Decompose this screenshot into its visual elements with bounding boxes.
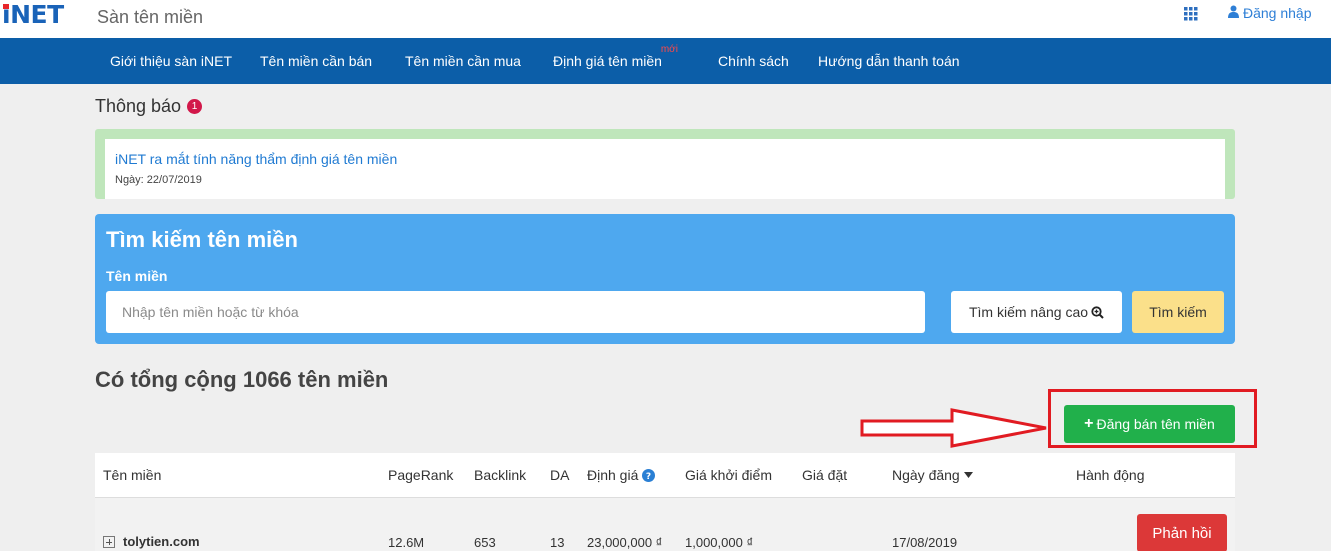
site-name: Sàn tên miền	[97, 7, 204, 27]
new-badge: mới	[660, 44, 678, 55]
valuation-cell: 23,000,000 ₫	[587, 535, 663, 550]
login-label: Đăng nhập	[1243, 5, 1312, 21]
search-button[interactable]: Tìm kiếm	[1132, 291, 1224, 333]
search-input[interactable]	[106, 291, 925, 333]
top-bar: iNET Sàn tên miền Đăng nhập	[0, 0, 1331, 38]
notice-title: Thông báo	[95, 96, 182, 116]
column-header-date-label: Ngày đăng	[892, 467, 960, 483]
column-header-valuation[interactable]: Định giá ?	[587, 467, 656, 483]
notice-link[interactable]: iNET ra mắt tính năng thẩm định giá tên …	[115, 151, 397, 167]
login-link[interactable]: Đăng nhập	[1228, 5, 1312, 21]
table-header: Tên miền PageRank Backlink DA Định giá ?…	[95, 453, 1235, 498]
backlink-cell: 653	[474, 535, 496, 550]
column-header-start-price[interactable]: Giá khởi điểm	[685, 467, 772, 483]
column-header-domain[interactable]: Tên miền	[103, 467, 161, 483]
nav-item-valuation-label: Định giá tên miền	[553, 53, 662, 69]
notice-box: iNET ra mắt tính năng thẩm định giá tên …	[95, 129, 1235, 199]
nav-item-valuation[interactable]: Định giá tên miền mới	[553, 44, 678, 69]
search-field-label: Tên miền	[106, 268, 168, 284]
nav-item-payment-guide[interactable]: Hướng dẫn thanh toán	[818, 53, 960, 69]
column-header-date[interactable]: Ngày đăng	[892, 467, 973, 483]
main-nav: Giới thiệu sàn iNET Tên miền cần bán Tên…	[0, 38, 1331, 84]
nav-item-domains-for-sale[interactable]: Tên miền cần bán	[260, 53, 372, 69]
domain-name: tolytien.com	[123, 534, 200, 549]
column-header-valuation-label: Định giá	[587, 467, 639, 483]
domains-table: Tên miền PageRank Backlink DA Định giá ?…	[95, 453, 1235, 551]
sort-down-icon	[963, 472, 973, 478]
column-header-backlink[interactable]: Backlink	[474, 467, 526, 483]
sell-domain-button[interactable]: + Đăng bán tên miền	[1064, 405, 1235, 443]
sell-domain-label: Đăng bán tên miền	[1096, 416, 1215, 432]
notice-heading: Thông báo 1	[95, 96, 203, 117]
svg-text:?: ?	[646, 472, 651, 482]
search-title: Tìm kiếm tên miền	[106, 227, 298, 252]
expand-icon[interactable]	[103, 535, 115, 548]
start-price-cell: 1,000,000 ₫	[685, 535, 754, 550]
column-header-action: Hành động	[1076, 467, 1145, 483]
user-icon	[1228, 5, 1239, 21]
date-cell: 17/08/2019	[892, 535, 958, 550]
total-domains-text: Có tổng cộng 1066 tên miền	[95, 367, 389, 392]
annotation-arrow-icon	[860, 408, 1047, 448]
nav-item-policy[interactable]: Chính sách	[718, 53, 789, 69]
advanced-search-label: Tìm kiếm nâng cao	[968, 304, 1089, 320]
help-icon[interactable]: ?	[642, 468, 656, 482]
inet-logo[interactable]: iNET	[2, 0, 64, 30]
apps-grid-icon[interactable]	[1184, 7, 1198, 21]
notice-card: iNET ra mắt tính năng thẩm định giá tên …	[105, 139, 1225, 199]
column-header-da[interactable]: DA	[550, 467, 569, 483]
notice-count-badge: 1	[187, 99, 203, 114]
zoom-search-icon	[1091, 305, 1104, 319]
search-panel: Tìm kiếm tên miền Tên miền Tìm kiếm nâng…	[95, 214, 1235, 344]
pagerank-cell: 12.6M	[388, 535, 425, 550]
column-header-pagerank[interactable]: PageRank	[388, 467, 453, 483]
reply-button[interactable]: Phản hồi	[1137, 514, 1227, 551]
da-cell: 13	[550, 535, 565, 550]
column-header-bid[interactable]: Giá đặt	[802, 467, 847, 483]
plus-icon: +	[1084, 415, 1094, 432]
notice-date: Ngày: 22/07/2019	[115, 174, 202, 186]
domain-cell[interactable]: tolytien.com	[103, 534, 200, 549]
nav-item-about[interactable]: Giới thiệu sàn iNET	[110, 53, 232, 69]
advanced-search-button[interactable]: Tìm kiếm nâng cao	[951, 291, 1122, 333]
table-row[interactable]: tolytien.com 12.6M 653 13 23,000,000 ₫ 1…	[95, 498, 1235, 551]
nav-item-domains-wanted[interactable]: Tên miền cần mua	[405, 53, 521, 69]
